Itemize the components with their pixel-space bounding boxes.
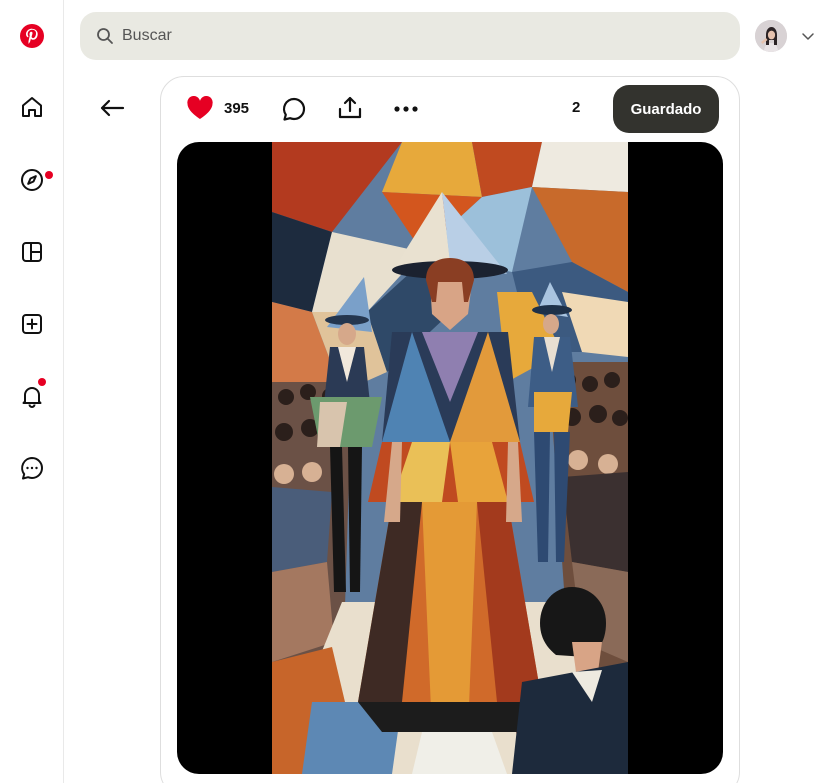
home-icon	[22, 97, 42, 117]
like-count: 395	[224, 99, 250, 117]
notifications-dot	[38, 378, 46, 386]
share-button[interactable]	[332, 90, 368, 126]
pinterest-logo-button[interactable]	[8, 12, 56, 60]
back-button[interactable]	[92, 88, 132, 128]
board-icon	[22, 242, 42, 262]
left-nav-rail	[0, 0, 64, 783]
save-count: 2	[572, 99, 581, 116]
heart-icon	[187, 96, 213, 119]
sidebar-item-boards[interactable]	[8, 228, 56, 276]
avatar-photo	[755, 20, 787, 52]
sidebar-item-create[interactable]	[8, 300, 56, 348]
share-icon	[338, 96, 362, 119]
chat-icon	[21, 457, 43, 480]
user-avatar[interactable]	[755, 20, 787, 52]
plus-square-icon	[22, 314, 42, 334]
more-horizontal-icon	[394, 106, 418, 112]
comment-button[interactable]	[276, 91, 312, 127]
pinterest-app: 395 2 Guardado	[0, 0, 824, 783]
bell-icon	[22, 387, 42, 408]
saved-button[interactable]: Guardado	[613, 85, 719, 133]
search-bar[interactable]	[80, 12, 740, 60]
chevron-down-icon	[802, 33, 814, 40]
sidebar-item-explore[interactable]	[8, 156, 56, 204]
search-icon	[97, 28, 113, 44]
more-options-button[interactable]	[388, 91, 424, 127]
compass-icon	[21, 169, 43, 191]
comment-icon	[282, 97, 306, 121]
sidebar-item-notifications[interactable]	[8, 372, 56, 420]
pinterest-logo-icon	[20, 24, 44, 48]
explore-notification-dot	[45, 171, 53, 179]
search-input[interactable]	[122, 27, 682, 45]
like-button[interactable]: 395	[186, 94, 249, 122]
sidebar-item-home[interactable]	[8, 83, 56, 131]
sidebar-item-messages[interactable]	[8, 444, 56, 492]
pin-image[interactable]	[177, 142, 723, 774]
pin-artwork	[272, 142, 628, 774]
arrow-left-icon	[100, 99, 125, 117]
account-menu-button[interactable]	[800, 28, 816, 44]
